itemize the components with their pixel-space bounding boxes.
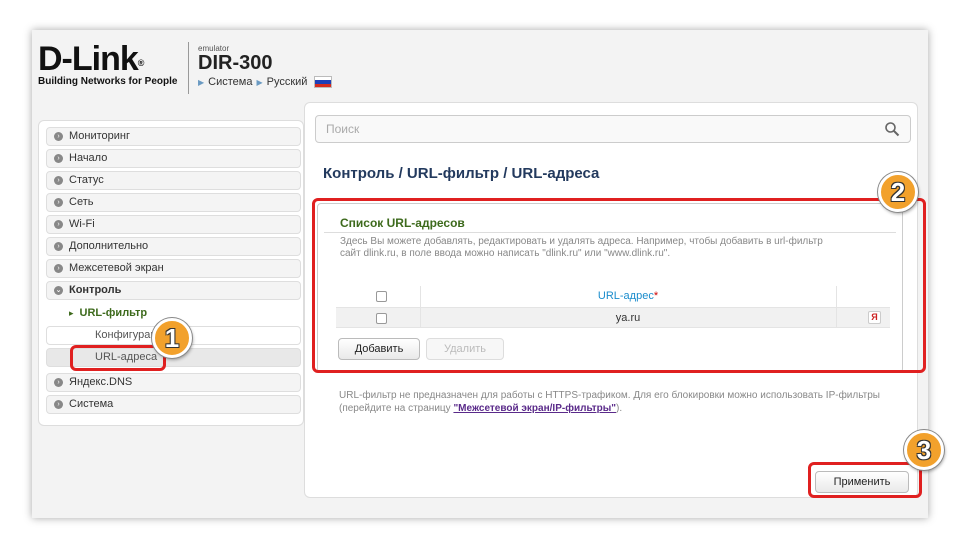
system-link[interactable]: Система bbox=[208, 76, 252, 88]
annotation-badge-3: 3 bbox=[904, 430, 944, 470]
sidebar-item-wifi[interactable]: › Wi-Fi bbox=[46, 215, 301, 234]
triangle-icon: ▶ bbox=[256, 77, 263, 87]
breadcrumb: Контроль / URL-фильтр / URL-адреса bbox=[323, 165, 600, 182]
sidebar-item-start[interactable]: › Начало bbox=[46, 149, 301, 168]
sidebar: › Мониторинг › Начало › Статус › Сеть › Wi-Fi… bbox=[38, 120, 304, 426]
annotation-badge-2: 2 bbox=[878, 172, 918, 212]
chevron-right-icon: › bbox=[54, 198, 63, 207]
highlight-box-panel bbox=[312, 198, 926, 373]
highlight-box-apply bbox=[808, 462, 922, 498]
search-icon[interactable] bbox=[884, 121, 900, 137]
chevron-right-icon: › bbox=[54, 264, 63, 273]
chevron-right-icon: › bbox=[54, 176, 63, 185]
triangle-icon: ▶ bbox=[198, 77, 205, 87]
sidebar-item-firewall[interactable]: › Межсетевой экран bbox=[46, 259, 301, 278]
sidebar-item-control[interactable]: ⌄ Контроль bbox=[46, 281, 301, 300]
firewall-ip-filters-link[interactable]: "Межсетевой экран/IP-фильтры" bbox=[453, 403, 616, 414]
sidebar-item-advanced[interactable]: › Дополнительно bbox=[46, 237, 301, 256]
highlight-box-url-addresses bbox=[70, 345, 166, 371]
search-input[interactable]: Поиск bbox=[315, 115, 911, 143]
sidebar-item-status[interactable]: › Статус bbox=[46, 171, 301, 190]
model-block: emulator DIR-300 ▶ Система ▶ Русский bbox=[198, 44, 333, 88]
language-link[interactable]: Русский bbox=[267, 76, 308, 88]
chevron-down-icon: ⌄ bbox=[54, 286, 63, 295]
search-placeholder: Поиск bbox=[326, 122, 360, 136]
chevron-right-icon: › bbox=[54, 400, 63, 409]
sidebar-item-url-filter[interactable]: ▸ URL-фильтр bbox=[69, 307, 147, 319]
annotation-badge-1: 1 bbox=[152, 318, 192, 358]
arrow-right-icon: ▸ bbox=[69, 308, 74, 318]
chevron-right-icon: › bbox=[54, 132, 63, 141]
model-name: DIR-300 bbox=[198, 52, 273, 74]
header-divider bbox=[188, 42, 189, 94]
sidebar-item-system[interactable]: › Система bbox=[46, 395, 301, 414]
dlink-logo: D-Link® Building Networks for People bbox=[38, 42, 184, 87]
chevron-right-icon: › bbox=[54, 154, 63, 163]
sidebar-item-network[interactable]: › Сеть bbox=[46, 193, 301, 212]
sidebar-item-yandex-dns[interactable]: › Яндекс.DNS bbox=[46, 373, 301, 392]
https-note: URL-фильтр не предназначен для работы с … bbox=[339, 390, 880, 414]
chevron-right-icon: › bbox=[54, 242, 63, 251]
chevron-right-icon: › bbox=[54, 220, 63, 229]
sidebar-item-monitoring[interactable]: › Мониторинг bbox=[46, 127, 301, 146]
chevron-right-icon: › bbox=[54, 378, 63, 387]
logo-tagline: Building Networks for People bbox=[38, 76, 178, 87]
russian-flag-icon[interactable] bbox=[314, 76, 333, 88]
